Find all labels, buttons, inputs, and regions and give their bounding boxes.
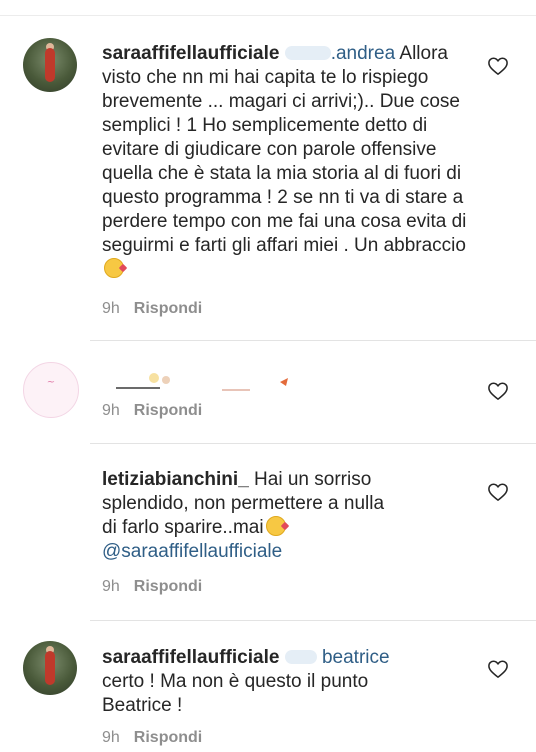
comment-username[interactable]: saraaffifellaufficiale — [102, 43, 279, 64]
heart-outline-icon[interactable] — [487, 56, 509, 76]
divider — [90, 443, 536, 444]
comment-mention[interactable]: .andrea — [284, 43, 395, 64]
reply-button[interactable]: Rispondi — [134, 729, 202, 746]
logo-watermark: ~ — [46, 377, 56, 388]
comment-meta: 9h Rispondi — [102, 402, 202, 420]
comment-text: letiziabianchini_ Hai un sorriso splendi… — [102, 468, 402, 564]
divider — [90, 620, 536, 621]
avatar[interactable] — [23, 38, 77, 92]
heart-outline-icon[interactable] — [487, 482, 509, 502]
comment-time: 9h — [102, 402, 120, 419]
avatar[interactable]: ~ — [23, 362, 79, 418]
reply-button[interactable]: Rispondi — [134, 300, 202, 317]
obscured-comment-text — [116, 373, 288, 391]
comment-mention[interactable]: beatrice — [284, 647, 390, 668]
comment-time: 9h — [102, 729, 120, 746]
avatar[interactable] — [23, 464, 77, 518]
comment-meta: 9h Rispondi — [102, 578, 202, 596]
comment-body: certo ! Ma non è questo il punto Beatric… — [102, 671, 369, 716]
comment-meta: 9h Rispondi — [102, 300, 202, 318]
top-divider — [0, 15, 536, 16]
heart-outline-icon[interactable] — [487, 659, 509, 679]
comments-page: { "comments": [ { "username": "saraaffif… — [0, 0, 536, 752]
kissing-heart-emoji — [265, 516, 286, 536]
divider — [90, 340, 536, 341]
comment-time: 9h — [102, 300, 120, 317]
heart-outline-icon[interactable] — [487, 381, 509, 401]
comment-text: saraaffifellaufficiale .andrea Allora vi… — [102, 42, 482, 282]
comment-username[interactable]: letiziabianchini_ — [102, 469, 249, 490]
reply-button[interactable]: Rispondi — [134, 402, 202, 419]
comment-meta: 9h Rispondi — [102, 729, 202, 747]
avatar[interactable] — [23, 641, 77, 695]
comment-body: Allora visto che nn mi hai capita te lo … — [102, 43, 467, 256]
reply-button[interactable]: Rispondi — [134, 578, 202, 595]
kissing-heart-emoji — [104, 258, 124, 278]
comment-username[interactable]: saraaffifellaufficiale — [102, 647, 279, 668]
comment-time: 9h — [102, 578, 120, 595]
comment-mention[interactable]: @saraaffifellaufficiale — [102, 541, 282, 562]
comment-text: saraaffifellaufficiale beatrice certo ! … — [102, 646, 482, 718]
